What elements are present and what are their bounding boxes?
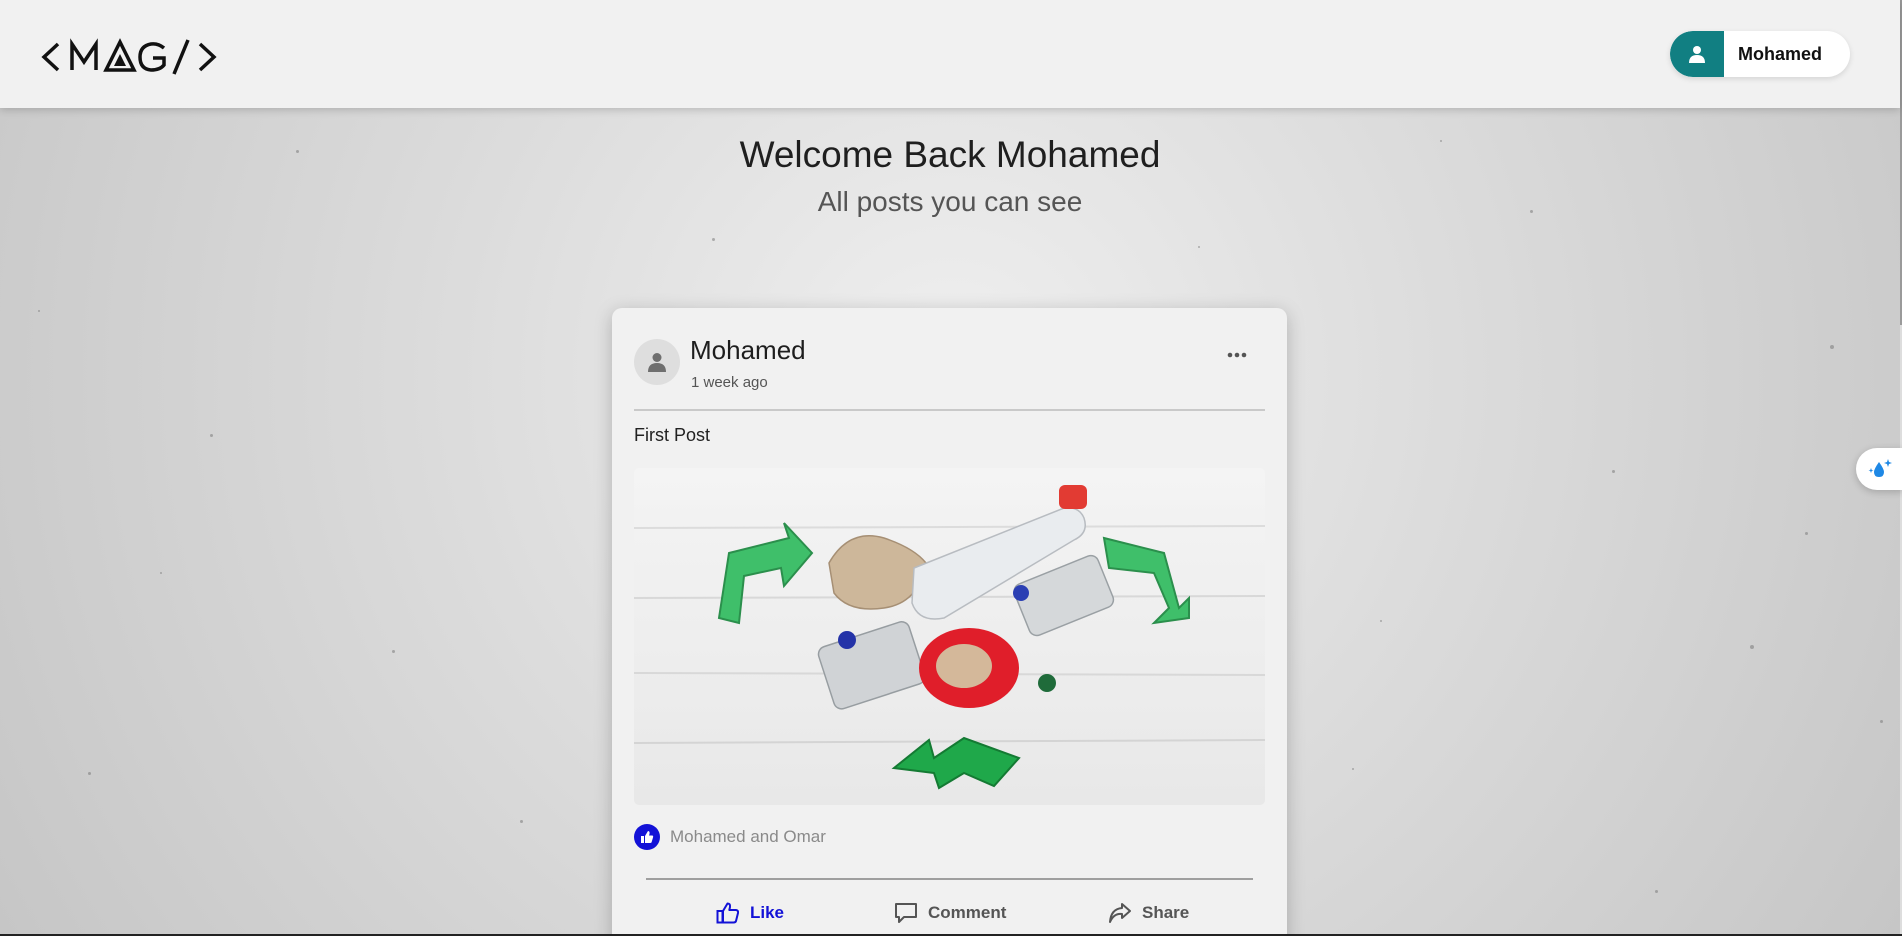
actions-divider xyxy=(646,878,1253,880)
more-options-icon xyxy=(1227,352,1247,358)
post-actions: Like Comment Share xyxy=(612,902,1287,932)
share-label: Share xyxy=(1142,903,1190,922)
user-icon xyxy=(648,353,666,372)
user-profile-button[interactable]: Mohamed xyxy=(1670,31,1850,77)
likes-summary[interactable]: Mohamed and Omar xyxy=(634,824,826,850)
post-author-avatar[interactable] xyxy=(634,339,680,385)
user-icon xyxy=(1689,46,1705,63)
post-header-divider xyxy=(634,409,1265,411)
post-timestamp: 1 week ago xyxy=(691,374,768,391)
floating-side-widget[interactable] xyxy=(1856,448,1902,490)
comment-label: Comment xyxy=(928,903,1007,922)
water-drop-sparkle-icon xyxy=(1868,459,1892,477)
user-avatar xyxy=(1670,31,1724,77)
post-card: Mohamed 1 week ago First Post Mohamed an… xyxy=(612,308,1287,936)
comment-button[interactable]: Comment xyxy=(894,902,1006,924)
welcome-subtitle: All posts you can see xyxy=(817,186,1083,217)
post-options-button[interactable] xyxy=(1222,345,1252,365)
like-label: Like xyxy=(750,903,785,922)
like-badge xyxy=(634,824,660,850)
comment-icon xyxy=(895,903,917,923)
post-image[interactable] xyxy=(634,468,1265,805)
share-button[interactable]: Share xyxy=(1108,902,1189,924)
post-author-name[interactable]: Mohamed xyxy=(690,335,806,366)
welcome-title: Welcome Back Mohamed xyxy=(739,134,1161,175)
thumbs-up-icon xyxy=(716,902,740,924)
likes-names: Mohamed and Omar xyxy=(670,827,826,846)
mag-logo[interactable] xyxy=(40,36,236,76)
post-text: First Post xyxy=(634,425,711,445)
thumbs-up-icon xyxy=(641,831,654,843)
share-icon xyxy=(1109,903,1131,923)
like-button[interactable]: Like xyxy=(716,902,784,924)
user-name: Mohamed xyxy=(1738,43,1823,64)
top-navbar: Mohamed xyxy=(0,0,1900,108)
